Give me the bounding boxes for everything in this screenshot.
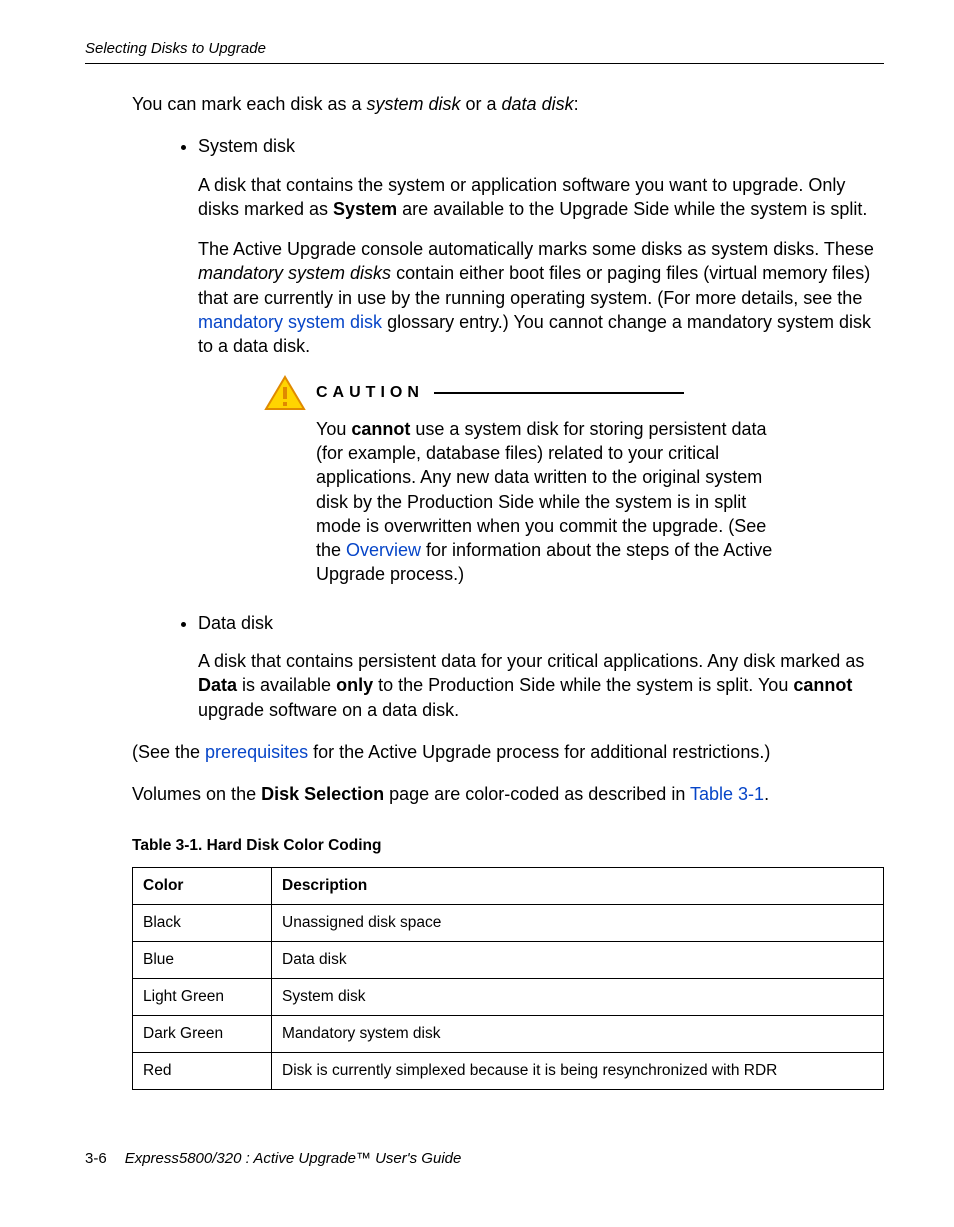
list-item-data-disk: Data disk A disk that contains persisten… [198, 611, 884, 722]
link-mandatory-system-disk[interactable]: mandatory system disk [198, 312, 382, 332]
table-caption: Table 3-1. Hard Disk Color Coding [132, 837, 884, 855]
table-row: Dark GreenMandatory system disk [133, 1015, 884, 1052]
text: . [764, 784, 769, 804]
page-number: 3-6 [85, 1150, 107, 1167]
text: or a [461, 94, 502, 114]
page-root: Selecting Disks to Upgrade You can mark … [0, 0, 954, 1197]
cell-color: Blue [133, 941, 272, 978]
table-header-description: Description [272, 867, 884, 904]
cell-color: Red [133, 1052, 272, 1089]
cell-desc: Disk is currently simplexed because it i… [272, 1052, 884, 1089]
bold-disk-selection: Disk Selection [261, 784, 384, 804]
caution-body: You cannot use a system disk for storing… [316, 417, 791, 587]
caution-header: CAUTION [264, 375, 884, 411]
caution-block: CAUTION You cannot use a system disk for… [264, 375, 884, 587]
system-disk-para-1: A disk that contains the system or appli… [198, 173, 884, 222]
table-row: RedDisk is currently simplexed because i… [133, 1052, 884, 1089]
link-overview[interactable]: Overview [346, 540, 421, 560]
text: : [574, 94, 579, 114]
text: A disk that contains persistent data for… [198, 651, 864, 671]
link-prerequisites[interactable]: prerequisites [205, 742, 308, 762]
bullet-label: System disk [198, 134, 884, 158]
text: You can mark each disk as a [132, 94, 366, 114]
list-item-system-disk: System disk A disk that contains the sys… [198, 134, 884, 586]
table-row: Light GreenSystem disk [133, 978, 884, 1015]
caution-rule [434, 392, 684, 394]
text: You [316, 419, 351, 439]
disk-type-list: System disk A disk that contains the sys… [132, 134, 884, 722]
volumes-line: Volumes on the Disk Selection page are c… [132, 782, 884, 806]
text: is available [237, 675, 336, 695]
term-data-disk: data disk [502, 94, 574, 114]
intro-paragraph: You can mark each disk as a system disk … [132, 92, 884, 116]
bold-system: System [333, 199, 397, 219]
body: You can mark each disk as a system disk … [132, 92, 884, 1090]
bold-data: Data [198, 675, 237, 695]
cell-color: Light Green [133, 978, 272, 1015]
color-coding-table: Color Description BlackUnassigned disk s… [132, 867, 884, 1090]
bold-cannot: cannot [351, 419, 410, 439]
bold-only: only [336, 675, 373, 695]
cell-desc: Unassigned disk space [272, 904, 884, 941]
text: Volumes on the [132, 784, 261, 804]
cell-color: Black [133, 904, 272, 941]
cell-desc: Mandatory system disk [272, 1015, 884, 1052]
caution-label: CAUTION [316, 382, 424, 404]
system-disk-para-2: The Active Upgrade console automatically… [198, 237, 884, 358]
table-header-color: Color [133, 867, 272, 904]
text: page are color-coded as described in [384, 784, 690, 804]
running-header: Selecting Disks to Upgrade [85, 40, 884, 64]
footer-title: Express5800/320 : Active Upgrade™ User's… [125, 1150, 462, 1167]
italic-mandatory: mandatory system disks [198, 263, 391, 283]
cell-desc: Data disk [272, 941, 884, 978]
cell-color: Dark Green [133, 1015, 272, 1052]
text: (See the [132, 742, 205, 762]
prerequisites-line: (See the prerequisites for the Active Up… [132, 740, 884, 764]
bold-cannot: cannot [793, 675, 852, 695]
table-header-row: Color Description [133, 867, 884, 904]
data-disk-para-1: A disk that contains persistent data for… [198, 649, 884, 722]
warning-triangle-icon [264, 375, 306, 411]
text: use a system disk for storing persistent… [316, 419, 767, 560]
text: for the Active Upgrade process for addit… [308, 742, 770, 762]
text: are available to the Upgrade Side while … [397, 199, 867, 219]
text: The Active Upgrade console automatically… [198, 239, 874, 259]
table-row: BlackUnassigned disk space [133, 904, 884, 941]
table-row: BlueData disk [133, 941, 884, 978]
bullet-label: Data disk [198, 611, 884, 635]
text: upgrade software on a data disk. [198, 700, 459, 720]
cell-desc: System disk [272, 978, 884, 1015]
page-footer: 3-6 Express5800/320 : Active Upgrade™ Use… [85, 1140, 884, 1167]
text: to the Production Side while the system … [373, 675, 793, 695]
term-system-disk: system disk [366, 94, 460, 114]
link-table-3-1[interactable]: Table 3-1 [690, 784, 764, 804]
